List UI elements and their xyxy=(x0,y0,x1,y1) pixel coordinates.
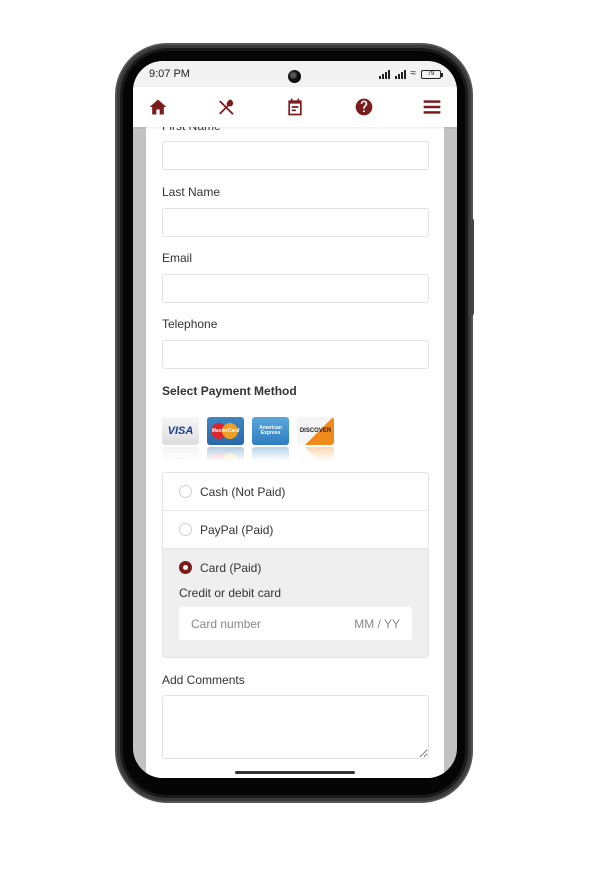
payment-option-card[interactable]: Card (Paid) xyxy=(179,549,412,586)
first-name-input[interactable] xyxy=(162,141,429,170)
radio-card[interactable] xyxy=(179,561,192,574)
payment-method-heading: Select Payment Method xyxy=(162,384,297,398)
email-label: Email xyxy=(162,251,193,265)
radio-cash[interactable] xyxy=(179,485,192,498)
comments-label: Add Comments xyxy=(162,673,245,687)
telephone-label: Telephone xyxy=(162,317,218,331)
signal-icon xyxy=(378,69,390,79)
front-camera xyxy=(288,70,301,83)
utensils-icon[interactable] xyxy=(216,96,238,118)
menu-icon[interactable] xyxy=(421,96,443,118)
card-number-input[interactable]: Card number MM / YY xyxy=(179,607,412,640)
mastercard-logo: MasterCard xyxy=(207,417,244,445)
phone-side-button xyxy=(470,218,474,316)
signal-icon xyxy=(394,69,406,79)
amex-logo: American Express xyxy=(252,417,289,445)
card-number-placeholder: Card number xyxy=(191,616,262,631)
last-name-label: Last Name xyxy=(162,185,221,199)
calendar-icon[interactable] xyxy=(284,96,306,118)
telephone-input[interactable] xyxy=(162,340,429,369)
payment-option-paypal[interactable]: PayPal (Paid) xyxy=(163,511,428,549)
comments-textarea[interactable] xyxy=(162,695,429,759)
email-input[interactable] xyxy=(162,274,429,303)
home-indicator[interactable] xyxy=(235,771,355,774)
booking-form: First Name Last Name Email Telephone Sel… xyxy=(146,127,444,778)
battery-icon: 79 xyxy=(421,69,443,79)
home-icon[interactable] xyxy=(147,96,169,118)
help-icon[interactable] xyxy=(353,96,375,118)
phone-screen: 9:07 PM ≈ 79 First Name Last Name Email xyxy=(133,61,457,778)
expiry-input[interactable]: MM / YY xyxy=(354,617,400,631)
radio-paypal[interactable] xyxy=(179,523,192,536)
visa-logo: VISA xyxy=(162,417,199,445)
payment-option-cash[interactable]: Cash (Not Paid) xyxy=(163,473,428,511)
first-name-label: First Name xyxy=(162,127,221,133)
wifi-icon: ≈ xyxy=(410,68,417,79)
top-navbar xyxy=(133,87,457,127)
last-name-input[interactable] xyxy=(162,208,429,237)
card-payment-section: Card (Paid) Credit or debit card Card nu… xyxy=(163,549,428,657)
status-time: 9:07 PM xyxy=(149,68,190,80)
discover-logo: DISCOVER xyxy=(297,417,334,445)
card-logos: VISA MasterCard American Express DISCOVE… xyxy=(162,417,334,445)
payment-options: Cash (Not Paid) PayPal (Paid) Card (Paid… xyxy=(162,472,429,658)
credit-card-label: Credit or debit card xyxy=(179,586,282,600)
